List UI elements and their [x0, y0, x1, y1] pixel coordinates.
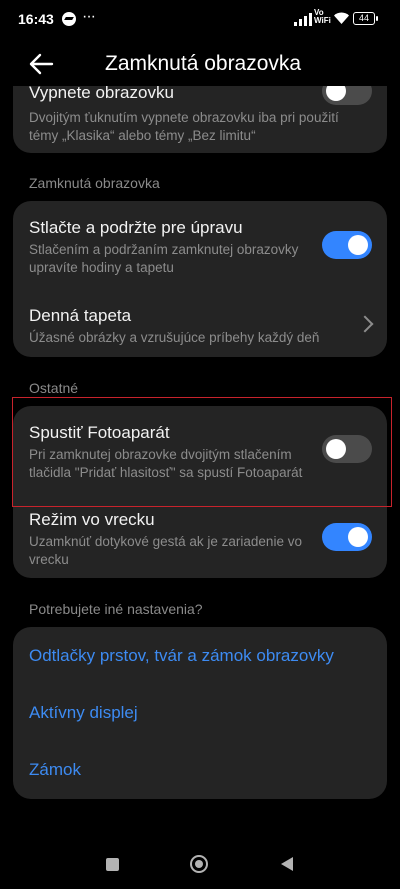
- row-subtitle: Uzamknúť dotykové gestá ak je zariadenie…: [29, 534, 302, 567]
- toggle-knob: [326, 439, 346, 459]
- lock-screen-card: Stlačte a podržte pre úpravu Stlačením a…: [13, 201, 387, 357]
- row-subtitle: Úžasné obrázky a vzrušujúce príbehy každ…: [29, 330, 320, 345]
- pocket-mode-toggle[interactable]: [322, 523, 372, 551]
- recents-icon[interactable]: [106, 858, 119, 871]
- section-label-more-settings: Potrebujete iné nastavenia?: [29, 601, 203, 617]
- chevron-right-icon: [356, 315, 374, 333]
- vowifi-indicator: Vo WiFi: [314, 9, 331, 25]
- daily-wallpaper-row[interactable]: Denná tapeta Úžasné obrázky a vzrušujúce…: [13, 289, 387, 357]
- status-time: 16:43: [18, 11, 54, 27]
- signal-icon: [294, 12, 312, 26]
- row-subtitle: Stlačením a podržaním zamknutej obrazovk…: [29, 242, 299, 275]
- active-display-link[interactable]: Aktívny displej: [29, 703, 138, 723]
- home-icon[interactable]: [190, 855, 208, 873]
- row-title: Režim vo vrecku: [29, 510, 155, 529]
- launch-camera-row[interactable]: Spustiť Fotoaparát Pri zamknutej obrazov…: [13, 406, 387, 500]
- section-label-lock-screen: Zamknutá obrazovka: [29, 175, 160, 191]
- status-bar: 16:43 ··· Vo WiFi 44: [0, 0, 400, 40]
- row-title: Spustiť Fotoaparát: [29, 423, 170, 442]
- row-subtitle: Pri zamknutej obrazovke dvojitým stlačen…: [29, 447, 303, 480]
- row-subtitle: Dvojitým ťuknutím vypnete obrazovku iba …: [29, 110, 339, 143]
- fingerprint-face-lock-link[interactable]: Odtlačky prstov, tvár a zámok obrazovky: [29, 646, 334, 666]
- press-hold-toggle[interactable]: [322, 231, 372, 259]
- more-notifications-icon: ···: [82, 8, 96, 25]
- app-header-overlay: Zamknutá obrazovka: [0, 40, 400, 90]
- pocket-mode-row[interactable]: Režim vo vrecku Uzamknúť dotykové gestá …: [13, 500, 387, 578]
- page-title: Zamknutá obrazovka: [105, 52, 302, 75]
- navigation-bar: [0, 840, 400, 889]
- battery-icon: 44: [353, 12, 378, 25]
- press-hold-row[interactable]: Stlačte a podržte pre úpravu Stlačením a…: [13, 201, 387, 289]
- row-title: Denná tapeta: [29, 306, 132, 325]
- vowifi-bottom-label: WiFi: [314, 16, 331, 25]
- messenger-icon: [62, 12, 76, 26]
- row-title: Stlačte a podržte pre úpravu: [29, 218, 243, 237]
- more-settings-card: Odtlačky prstov, tvár a zámok obrazovky …: [13, 627, 387, 799]
- nav-back-icon[interactable]: [281, 857, 293, 871]
- other-card: Spustiť Fotoaparát Pri zamknutej obrazov…: [13, 406, 387, 578]
- toggle-knob: [348, 527, 368, 547]
- back-arrow-icon[interactable]: [28, 52, 54, 76]
- lock-link[interactable]: Zámok: [29, 760, 81, 780]
- section-label-other: Ostatné: [29, 380, 79, 396]
- launch-camera-toggle[interactable]: [322, 435, 372, 463]
- toggle-knob: [348, 235, 368, 255]
- wifi-icon: [334, 12, 349, 24]
